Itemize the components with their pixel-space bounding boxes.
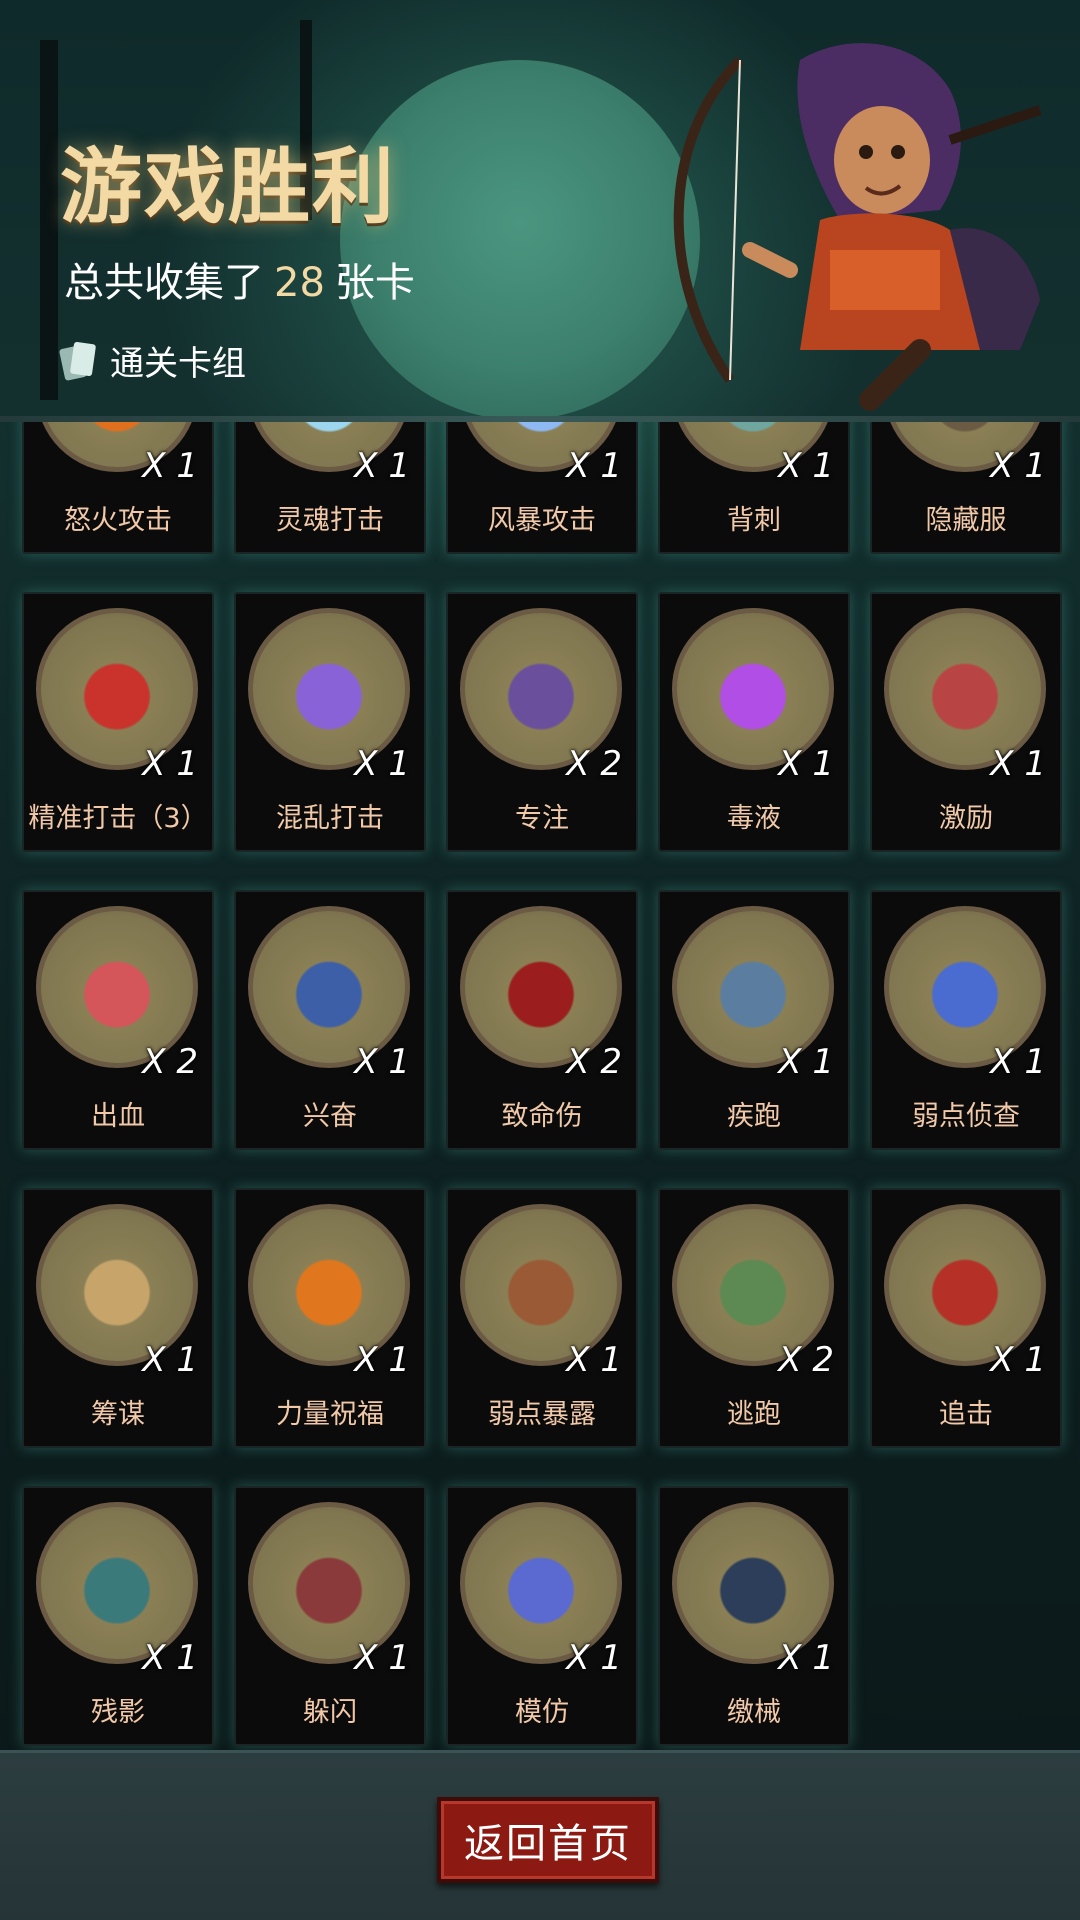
card-count: X 1 bbox=[354, 1042, 410, 1082]
victory-header: 游戏胜利 总共收集了 28 张卡 通关卡组 bbox=[0, 0, 1080, 420]
card-count: X 2 bbox=[142, 1042, 198, 1082]
card-name: 筹谋 bbox=[91, 1399, 145, 1430]
collection-summary: 总共收集了 28 张卡 bbox=[64, 250, 415, 308]
card-name: 出血 bbox=[91, 1101, 145, 1132]
card-count: X 1 bbox=[990, 1340, 1046, 1380]
card-item[interactable]: X 1 缴械 bbox=[658, 1486, 850, 1746]
card-count: X 1 bbox=[990, 446, 1046, 486]
card-count: X 1 bbox=[990, 1042, 1046, 1082]
card-count: X 1 bbox=[142, 1638, 198, 1678]
card-count: X 1 bbox=[566, 1638, 622, 1678]
card-count: X 1 bbox=[990, 744, 1046, 784]
summary-suffix: 张卡 bbox=[334, 260, 415, 306]
summary-prefix: 总共收集了 bbox=[64, 260, 264, 306]
card-count: X 1 bbox=[778, 1042, 834, 1082]
card-item[interactable]: X 1 毒液 bbox=[658, 592, 850, 852]
card-name: 毒液 bbox=[727, 803, 781, 834]
card-count: X 1 bbox=[566, 446, 622, 486]
card-name: 追击 bbox=[939, 1399, 993, 1430]
card-item[interactable]: X 1 灵魂打击 bbox=[234, 422, 426, 554]
card-item[interactable]: X 1 力量祝福 bbox=[234, 1188, 426, 1448]
card-item[interactable]: X 1 追击 bbox=[870, 1188, 1062, 1448]
deck-section-label: 通关卡组 bbox=[62, 336, 246, 385]
card-name: 怒火攻击 bbox=[64, 505, 172, 536]
card-count: X 1 bbox=[354, 1638, 410, 1678]
card-count: X 1 bbox=[354, 744, 410, 784]
card-count: X 1 bbox=[778, 744, 834, 784]
card-name: 弱点暴露 bbox=[488, 1399, 596, 1430]
return-home-button[interactable]: 返回首页 bbox=[437, 1797, 659, 1883]
card-name: 逃跑 bbox=[727, 1399, 781, 1430]
card-item[interactable]: X 1 筹谋 bbox=[22, 1188, 214, 1448]
card-count: X 1 bbox=[142, 744, 198, 784]
card-name: 躲闪 bbox=[303, 1697, 357, 1728]
card-count: X 1 bbox=[354, 1340, 410, 1380]
card-count: X 2 bbox=[778, 1340, 834, 1380]
card-count: X 1 bbox=[354, 446, 410, 486]
card-item[interactable]: X 1 激励 bbox=[870, 592, 1062, 852]
card-item[interactable]: X 1 残影 bbox=[22, 1486, 214, 1746]
card-name: 混乱打击 bbox=[276, 803, 384, 834]
card-item[interactable]: X 1 风暴攻击 bbox=[446, 422, 638, 554]
hooded-archer-illustration bbox=[673, 43, 1042, 411]
card-name: 精准打击（3） bbox=[28, 803, 208, 834]
card-total: 28 bbox=[274, 260, 325, 306]
card-name: 致命伤 bbox=[501, 1101, 583, 1132]
card-item[interactable]: X 1 怒火攻击 bbox=[22, 422, 214, 554]
page-title: 游戏胜利 bbox=[60, 140, 397, 235]
card-item[interactable]: X 1 兴奋 bbox=[234, 890, 426, 1150]
card-item[interactable]: X 2 致命伤 bbox=[446, 890, 638, 1150]
card-count: X 1 bbox=[778, 1638, 834, 1678]
card-name: 缴械 bbox=[727, 1697, 781, 1728]
card-item[interactable]: X 1 背刺 bbox=[658, 422, 850, 554]
card-name: 力量祝福 bbox=[276, 1399, 384, 1430]
card-item[interactable]: X 1 弱点侦查 bbox=[870, 890, 1062, 1150]
card-item[interactable]: X 1 隐藏服 bbox=[870, 422, 1062, 554]
card-count: X 1 bbox=[142, 1340, 198, 1380]
card-name: 弱点侦查 bbox=[912, 1101, 1020, 1132]
card-item[interactable]: X 2 专注 bbox=[446, 592, 638, 852]
card-item[interactable]: X 1 弱点暴露 bbox=[446, 1188, 638, 1448]
card-name: 残影 bbox=[91, 1697, 145, 1728]
card-item[interactable]: X 1 疾跑 bbox=[658, 890, 850, 1150]
cards-icon bbox=[62, 341, 96, 381]
card-item[interactable]: X 2 出血 bbox=[22, 890, 214, 1150]
card-list-scroll[interactable]: X 1 怒火攻击 X 1 灵魂打击 X 1 风暴攻击 X 1 背刺 X 1 隐藏服 X 1 精准打击（… bbox=[0, 422, 1080, 1750]
card-name: 灵魂打击 bbox=[276, 505, 384, 536]
card-count: X 1 bbox=[142, 446, 198, 486]
card-name: 风暴攻击 bbox=[488, 505, 596, 536]
card-name: 模仿 bbox=[515, 1697, 569, 1728]
card-item[interactable]: X 1 模仿 bbox=[446, 1486, 638, 1746]
card-name: 隐藏服 bbox=[925, 505, 1007, 536]
card-item[interactable]: X 1 混乱打击 bbox=[234, 592, 426, 852]
card-name: 疾跑 bbox=[727, 1101, 781, 1132]
card-name: 专注 bbox=[515, 803, 569, 834]
card-name: 兴奋 bbox=[303, 1101, 357, 1132]
card-count: X 2 bbox=[566, 744, 622, 784]
card-count: X 1 bbox=[566, 1340, 622, 1380]
card-count: X 1 bbox=[778, 446, 834, 486]
card-name: 背刺 bbox=[727, 505, 781, 536]
card-name: 激励 bbox=[939, 803, 993, 834]
card-item[interactable]: X 2 逃跑 bbox=[658, 1188, 850, 1448]
card-item[interactable]: X 1 躲闪 bbox=[234, 1486, 426, 1746]
card-item[interactable]: X 1 精准打击（3） bbox=[22, 592, 214, 852]
deck-label: 通关卡组 bbox=[110, 344, 246, 384]
card-count: X 2 bbox=[566, 1042, 622, 1082]
